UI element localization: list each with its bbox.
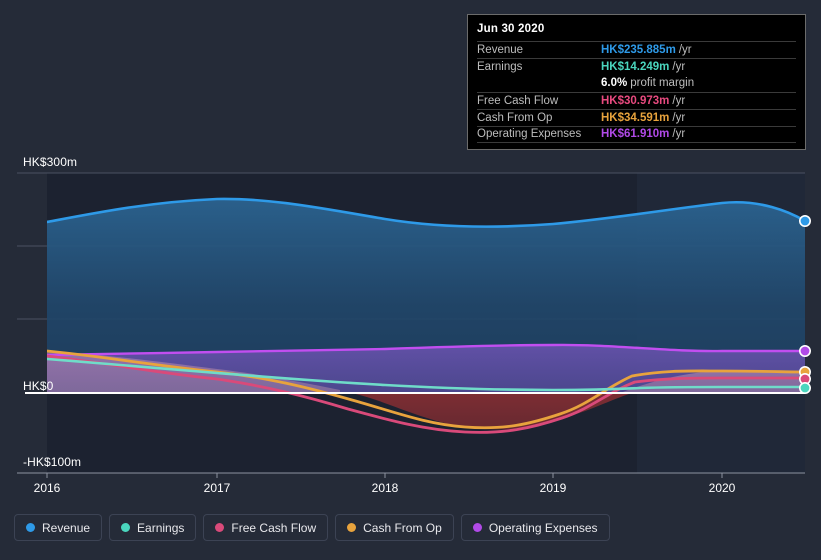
tooltip-label-cash-from-op: Cash From Op bbox=[477, 111, 553, 124]
tooltip-value-cash-from-op: HK$34.591m bbox=[601, 111, 670, 124]
tooltip-label-operating-expenses: Operating Expenses bbox=[477, 128, 582, 140]
tooltip-row-cash-from-op: Cash From Op HK$34.591m /yr bbox=[477, 109, 796, 126]
tooltip-unit-free-cash-flow: /yr bbox=[672, 94, 686, 107]
chart-page: HK$300m HK$0 -HK$100m 2016 2017 2018 201… bbox=[0, 0, 821, 560]
legend-item-operating-expenses[interactable]: Operating Expenses bbox=[460, 514, 610, 541]
legend-label-operating-expenses: Operating Expenses bbox=[488, 520, 598, 535]
y-axis-label-zero: HK$0 bbox=[23, 379, 54, 393]
legend-dot-free-cash-flow-icon bbox=[215, 523, 225, 532]
tooltip-label-free-cash-flow: Free Cash Flow bbox=[477, 94, 559, 107]
x-axis-label-2016: 2016 bbox=[33, 481, 61, 495]
y-axis-label-neg100m: -HK$100m bbox=[23, 455, 82, 469]
tooltip-unit-revenue: /yr bbox=[678, 43, 692, 56]
legend-item-revenue[interactable]: Revenue bbox=[14, 514, 103, 541]
legend-item-cash-from-op[interactable]: Cash From Op bbox=[335, 514, 454, 541]
x-axis-label-2018: 2018 bbox=[371, 481, 399, 495]
tooltip-unit-operating-expenses: /yr bbox=[672, 128, 686, 140]
x-axis-ticks bbox=[46, 473, 723, 478]
tooltip-unit-profit-margin: profit margin bbox=[630, 77, 695, 89]
x-axis-label-2019: 2019 bbox=[539, 481, 567, 495]
tooltip-unit-cash-from-op: /yr bbox=[672, 111, 686, 124]
tooltip-row-earnings: Earnings HK$14.249m /yr bbox=[477, 58, 796, 75]
legend-label-revenue: Revenue bbox=[42, 520, 91, 535]
legend-dot-operating-expenses-icon bbox=[472, 523, 482, 532]
legend-dot-revenue-icon bbox=[26, 523, 35, 532]
tooltip-unit-earnings: /yr bbox=[672, 60, 686, 73]
legend-item-free-cash-flow[interactable]: Free Cash Flow bbox=[203, 514, 329, 541]
tooltip-row-operating-expenses: Operating Expenses HK$61.910m /yr bbox=[477, 126, 796, 143]
tooltip-value-free-cash-flow: HK$30.973m bbox=[601, 94, 670, 107]
tooltip-row-free-cash-flow: Free Cash Flow HK$30.973m /yr bbox=[477, 92, 796, 109]
x-axis-label-2017: 2017 bbox=[203, 481, 231, 495]
tooltip-row-profit-margin: 6.0% profit margin bbox=[477, 75, 796, 92]
legend-label-cash-from-op: Cash From Op bbox=[363, 520, 442, 535]
legend-label-earnings: Earnings bbox=[137, 520, 185, 535]
tooltip-value-profit-margin: 6.0% bbox=[601, 77, 628, 89]
tooltip-value-revenue: HK$235.885m bbox=[601, 43, 676, 56]
tooltip-row-revenue: Revenue HK$235.885m /yr bbox=[477, 41, 796, 58]
tooltip-value-operating-expenses: HK$61.910m bbox=[601, 128, 670, 140]
tooltip-value-earnings: HK$14.249m bbox=[601, 60, 670, 73]
tooltip-date: Jun 30 2020 bbox=[477, 23, 545, 35]
legend-dot-cash-from-op-icon bbox=[347, 523, 357, 532]
chart-tooltip: Jun 30 2020 Revenue HK$235.885m /yr Earn… bbox=[467, 14, 806, 150]
legend-item-earnings[interactable]: Earnings bbox=[109, 514, 197, 541]
legend-label-free-cash-flow: Free Cash Flow bbox=[231, 520, 317, 535]
chart-legend: Revenue Earnings Free Cash Flow Cash Fro… bbox=[14, 514, 610, 541]
x-axis-label-2020: 2020 bbox=[708, 481, 736, 495]
y-axis-label-300m: HK$300m bbox=[23, 155, 78, 169]
tooltip-label-revenue: Revenue bbox=[477, 43, 524, 56]
tooltip-label-earnings: Earnings bbox=[477, 60, 523, 73]
legend-dot-earnings-icon bbox=[121, 523, 131, 532]
